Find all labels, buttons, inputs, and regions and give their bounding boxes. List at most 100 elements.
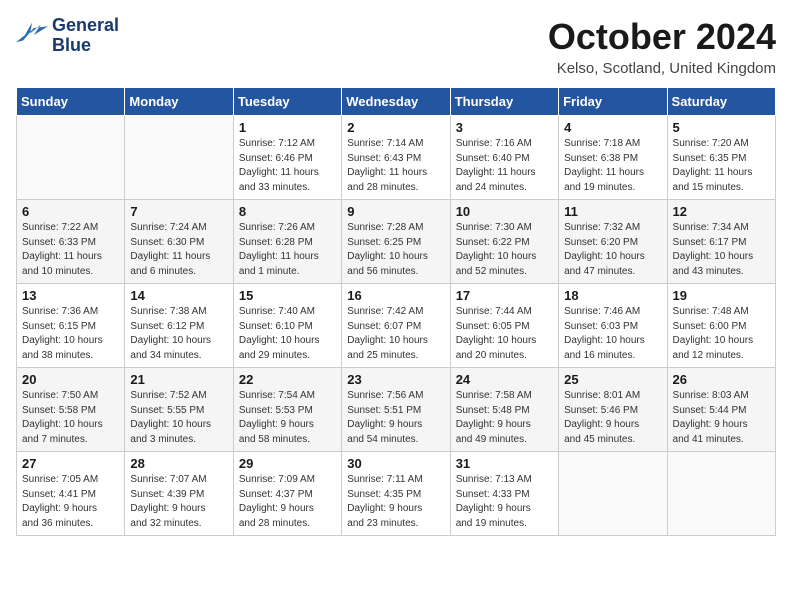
- calendar-cell: 4Sunrise: 7:18 AM Sunset: 6:38 PM Daylig…: [559, 116, 667, 200]
- day-info: Sunrise: 7:20 AM Sunset: 6:35 PM Dayligh…: [673, 137, 770, 195]
- day-number: 12: [673, 204, 770, 219]
- calendar-cell: 20 Sunrise: 7:50 AM Sunset: 5:58 PM Dayli…: [17, 368, 125, 452]
- calendar-cell: 5 Sunrise: 7:20 AM Sunset: 6:35 PM Daylig…: [667, 116, 775, 200]
- calendar-cell: 18 Sunrise: 7:46 AM Sunset: 6:03 PM Dayli…: [559, 284, 667, 368]
- day-info: Sunrise: 7:13 AM Sunset: 4:33 PM Dayligh…: [456, 473, 553, 531]
- calendar-cell: 9 Sunrise: 7:28 AM Sunset: 6:25 PM Daylig…: [342, 200, 450, 284]
- day-info: Sunrise: 7:11 AM Sunset: 4:35 PM Dayligh…: [347, 473, 444, 531]
- day-info: Sunrise: 7:48 AM Sunset: 6:00 PM Dayligh…: [673, 305, 770, 363]
- day-number: 30: [347, 456, 444, 471]
- day-info: Sunrise: 7:14 AM Sunset: 6:43 PM Dayligh…: [347, 137, 444, 195]
- day-info: Sunrise: 8:03 AM Sunset: 5:44 PM Dayligh…: [673, 389, 770, 447]
- calendar-cell: 10 Sunrise: 7:30 AM Sunset: 6:22 PM Dayli…: [450, 200, 558, 284]
- weekday-header: Sunday: [17, 88, 125, 116]
- day-info: Sunrise: 7:12 AM Sunset: 6:46 PM Dayligh…: [239, 137, 336, 195]
- calendar-cell: 6Sunrise: 7:22 AM Sunset: 6:33 PM Daylig…: [17, 200, 125, 284]
- calendar-cell: 26 Sunrise: 8:03 AM Sunset: 5:44 PM Dayli…: [667, 368, 775, 452]
- calendar-cell: 25 Sunrise: 8:01 AM Sunset: 5:46 PM Dayli…: [559, 368, 667, 452]
- calendar-header-row: SundayMondayTuesdayWednesdayThursdayFrid…: [17, 88, 776, 116]
- calendar-week-row: 27 Sunrise: 7:05 AM Sunset: 4:41 PM Dayli…: [17, 452, 776, 536]
- calendar-cell: [559, 452, 667, 536]
- calendar-cell: 29Sunrise: 7:09 AM Sunset: 4:37 PM Dayli…: [233, 452, 341, 536]
- weekday-header: Thursday: [450, 88, 558, 116]
- day-number: 27: [22, 456, 119, 471]
- day-number: 19: [673, 288, 770, 303]
- day-info: Sunrise: 7:50 AM Sunset: 5:58 PM Dayligh…: [22, 389, 119, 447]
- calendar-cell: 2 Sunrise: 7:14 AM Sunset: 6:43 PM Daylig…: [342, 116, 450, 200]
- day-info: Sunrise: 7:30 AM Sunset: 6:22 PM Dayligh…: [456, 221, 553, 279]
- calendar-cell: 14 Sunrise: 7:38 AM Sunset: 6:12 PM Dayli…: [125, 284, 233, 368]
- weekday-header: Friday: [559, 88, 667, 116]
- calendar-cell: 8 Sunrise: 7:26 AM Sunset: 6:28 PM Daylig…: [233, 200, 341, 284]
- calendar-cell: 15Sunrise: 7:40 AM Sunset: 6:10 PM Dayli…: [233, 284, 341, 368]
- day-number: 16: [347, 288, 444, 303]
- calendar-cell: [667, 452, 775, 536]
- day-info: Sunrise: 7:54 AM Sunset: 5:53 PM Dayligh…: [239, 389, 336, 447]
- calendar-cell: [17, 116, 125, 200]
- day-info: Sunrise: 7:32 AM Sunset: 6:20 PM Dayligh…: [564, 221, 661, 279]
- logo: General Blue: [16, 16, 119, 56]
- day-number: 25: [564, 372, 661, 387]
- calendar-cell: 7 Sunrise: 7:24 AM Sunset: 6:30 PM Daylig…: [125, 200, 233, 284]
- logo-text: General Blue: [52, 16, 119, 56]
- day-info: Sunrise: 7:42 AM Sunset: 6:07 PM Dayligh…: [347, 305, 444, 363]
- weekday-header: Tuesday: [233, 88, 341, 116]
- day-number: 11: [564, 204, 661, 219]
- calendar-week-row: 1Sunrise: 7:12 AM Sunset: 6:46 PM Daylig…: [17, 116, 776, 200]
- weekday-header: Monday: [125, 88, 233, 116]
- day-info: Sunrise: 7:36 AM Sunset: 6:15 PM Dayligh…: [22, 305, 119, 363]
- calendar-cell: 24Sunrise: 7:58 AM Sunset: 5:48 PM Dayli…: [450, 368, 558, 452]
- page-header: General Blue October 2024 Kelso, Scotlan…: [16, 16, 776, 77]
- day-number: 31: [456, 456, 553, 471]
- calendar-cell: 23Sunrise: 7:56 AM Sunset: 5:51 PM Dayli…: [342, 368, 450, 452]
- calendar-cell: 21 Sunrise: 7:52 AM Sunset: 5:55 PM Dayli…: [125, 368, 233, 452]
- month-title: October 2024: [548, 16, 776, 58]
- day-info: Sunrise: 8:01 AM Sunset: 5:46 PM Dayligh…: [564, 389, 661, 447]
- calendar-cell: 28Sunrise: 7:07 AM Sunset: 4:39 PM Dayli…: [125, 452, 233, 536]
- day-number: 18: [564, 288, 661, 303]
- day-info: Sunrise: 7:38 AM Sunset: 6:12 PM Dayligh…: [130, 305, 227, 363]
- day-info: Sunrise: 7:24 AM Sunset: 6:30 PM Dayligh…: [130, 221, 227, 279]
- day-info: Sunrise: 7:18 AM Sunset: 6:38 PM Dayligh…: [564, 137, 661, 195]
- calendar-cell: 27 Sunrise: 7:05 AM Sunset: 4:41 PM Dayli…: [17, 452, 125, 536]
- day-number: 14: [130, 288, 227, 303]
- day-number: 21: [130, 372, 227, 387]
- day-info: Sunrise: 7:58 AM Sunset: 5:48 PM Dayligh…: [456, 389, 553, 447]
- day-info: Sunrise: 7:52 AM Sunset: 5:55 PM Dayligh…: [130, 389, 227, 447]
- calendar-cell: 13 Sunrise: 7:36 AM Sunset: 6:15 PM Dayli…: [17, 284, 125, 368]
- day-number: 5: [673, 120, 770, 135]
- day-info: Sunrise: 7:28 AM Sunset: 6:25 PM Dayligh…: [347, 221, 444, 279]
- day-info: Sunrise: 7:16 AM Sunset: 6:40 PM Dayligh…: [456, 137, 553, 195]
- calendar-cell: [125, 116, 233, 200]
- calendar-cell: 1Sunrise: 7:12 AM Sunset: 6:46 PM Daylig…: [233, 116, 341, 200]
- day-info: Sunrise: 7:09 AM Sunset: 4:37 PM Dayligh…: [239, 473, 336, 531]
- day-info: Sunrise: 7:07 AM Sunset: 4:39 PM Dayligh…: [130, 473, 227, 531]
- title-block: October 2024 Kelso, Scotland, United Kin…: [548, 16, 776, 77]
- day-info: Sunrise: 7:44 AM Sunset: 6:05 PM Dayligh…: [456, 305, 553, 363]
- weekday-header: Wednesday: [342, 88, 450, 116]
- day-info: Sunrise: 7:46 AM Sunset: 6:03 PM Dayligh…: [564, 305, 661, 363]
- day-number: 17: [456, 288, 553, 303]
- day-number: 13: [22, 288, 119, 303]
- day-number: 26: [673, 372, 770, 387]
- day-number: 6: [22, 204, 119, 219]
- calendar-cell: 3Sunrise: 7:16 AM Sunset: 6:40 PM Daylig…: [450, 116, 558, 200]
- day-number: 22: [239, 372, 336, 387]
- day-info: Sunrise: 7:05 AM Sunset: 4:41 PM Dayligh…: [22, 473, 119, 531]
- day-number: 15: [239, 288, 336, 303]
- day-number: 8: [239, 204, 336, 219]
- day-number: 10: [456, 204, 553, 219]
- day-number: 23: [347, 372, 444, 387]
- day-number: 7: [130, 204, 227, 219]
- calendar-table: SundayMondayTuesdayWednesdayThursdayFrid…: [16, 87, 776, 536]
- day-number: 20: [22, 372, 119, 387]
- day-info: Sunrise: 7:26 AM Sunset: 6:28 PM Dayligh…: [239, 221, 336, 279]
- calendar-cell: 16 Sunrise: 7:42 AM Sunset: 6:07 PM Dayli…: [342, 284, 450, 368]
- day-number: 9: [347, 204, 444, 219]
- calendar-week-row: 6Sunrise: 7:22 AM Sunset: 6:33 PM Daylig…: [17, 200, 776, 284]
- calendar-cell: 11 Sunrise: 7:32 AM Sunset: 6:20 PM Dayli…: [559, 200, 667, 284]
- calendar-cell: 31 Sunrise: 7:13 AM Sunset: 4:33 PM Dayli…: [450, 452, 558, 536]
- calendar-cell: 19 Sunrise: 7:48 AM Sunset: 6:00 PM Dayli…: [667, 284, 775, 368]
- weekday-header: Saturday: [667, 88, 775, 116]
- day-number: 2: [347, 120, 444, 135]
